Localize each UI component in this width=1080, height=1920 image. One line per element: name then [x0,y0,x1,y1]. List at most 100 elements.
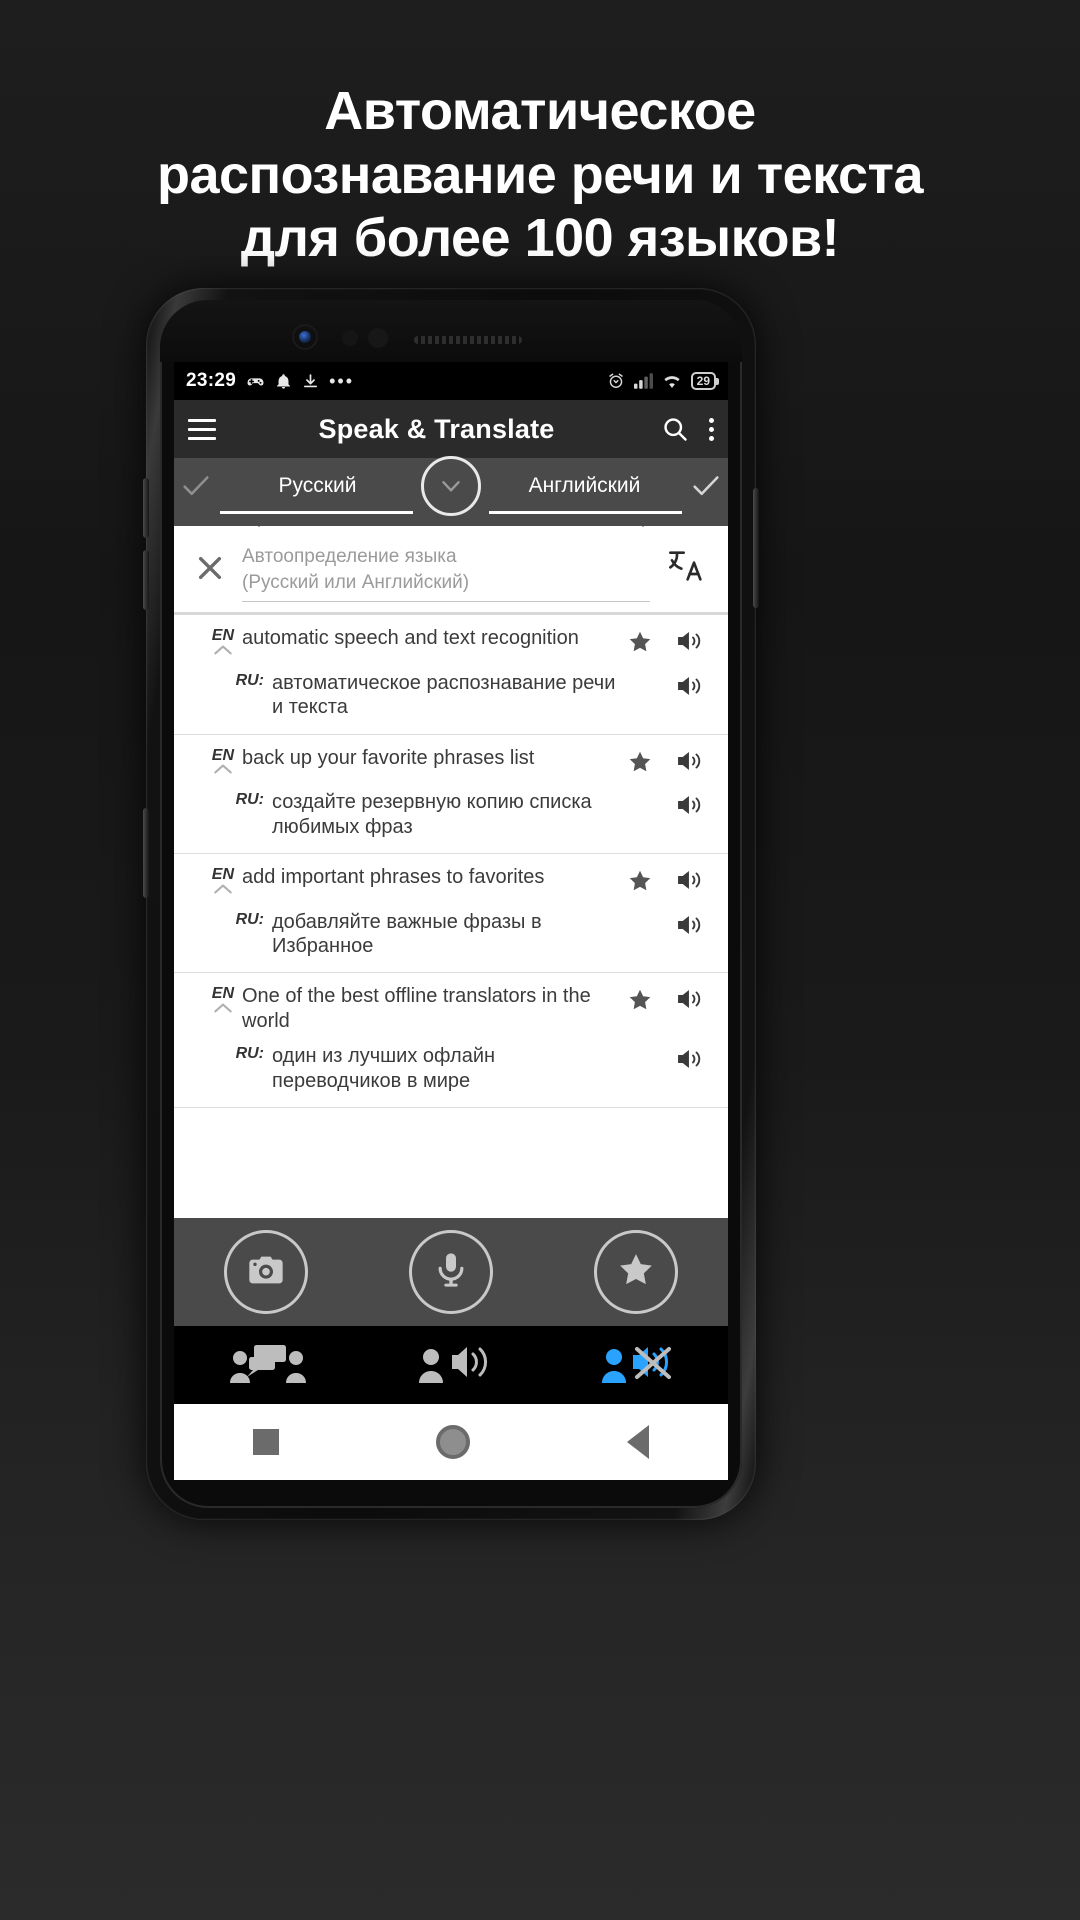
camera-icon [246,1250,286,1295]
headline-line-1: Автоматическое [324,81,756,141]
chevron-up-icon[interactable] [186,882,234,899]
phone-top-bezel [160,300,742,362]
text-input-row: Автоопределение языка (Русский или Англи… [174,526,728,613]
square-recents-icon[interactable] [252,1429,279,1455]
volume-up-button[interactable] [143,478,149,538]
app-bar: Speak & Translate [174,400,728,458]
volume-down-button[interactable] [143,550,149,610]
phone-screen: 23:29 ••• 29 Speak & Translate Русский А… [174,362,728,1480]
target-tag-col: RU: [186,789,272,809]
bell-icon [275,373,292,390]
speaker-icon[interactable] [664,670,716,698]
target-phrase: добавляйте важные фразы в Избранное [272,910,542,958]
source-tag-col: EN [186,864,242,899]
chevron-up-icon[interactable] [186,762,234,779]
android-nav-bar [174,1404,728,1480]
source-phrase: add important phrases to favorites [242,866,545,889]
source-phrase: One of the best offline translators in t… [242,985,591,1032]
source-row: EN add important phrases to favorites [174,854,728,905]
download-icon [302,373,319,390]
speaker-icon[interactable] [664,1043,716,1071]
target-row: RU: один из лучших офлайн переводчиков в… [174,1039,728,1107]
proximity-sensor-icon [342,330,358,346]
speaker-icon[interactable] [664,864,716,892]
star-filled-icon[interactable] [616,625,664,655]
star-icon [616,1250,656,1295]
list-item[interactable]: EN add important phrases to favorites RU… [174,854,728,974]
more-dots-icon: ••• [329,370,355,391]
power-button[interactable] [143,808,149,898]
target-lang-tag: RU: [235,1045,264,1063]
circle-home-icon[interactable] [435,1425,470,1459]
translation-list[interactable]: EN automatic speech and text recognition [174,615,728,1218]
right-side-button[interactable] [753,488,759,608]
speak-aloud-icon [414,1341,492,1390]
speaker-icon[interactable] [664,909,716,937]
input-placeholder-line2: (Русский или Английский) [242,571,470,593]
status-bar-left: 23:29 ••• [186,370,354,392]
kebab-menu-icon[interactable] [709,417,714,441]
clear-input-icon[interactable] [188,546,232,590]
target-phrase: один из лучших офлайн переводчиков в мир… [272,1045,496,1092]
language-selector-bar: Русский Английский [174,456,728,516]
target-phrase: создайте резервную копию списка любимых … [272,791,592,838]
target-lang-tag: RU: [235,791,264,809]
headline-line-3: для более 100 языков! [240,208,840,269]
search-input[interactable]: Автоопределение языка (Русский или Англи… [242,544,650,603]
status-bar: 23:29 ••• 29 [174,362,728,400]
target-tab-caret [630,514,656,527]
target-lang-tag: RU: [235,671,264,689]
star-filled-icon[interactable] [616,864,664,894]
wifi-icon [662,373,682,389]
battery-indicator: 29 [690,372,720,390]
target-row: RU: создайте резервную копию списка люби… [174,785,728,853]
action-bar [174,1218,728,1326]
swap-languages-button[interactable] [421,456,481,516]
camera-button[interactable] [224,1230,309,1314]
mute-voice-button[interactable] [597,1341,675,1390]
promo-headline: Автоматическое распознавание речи и текс… [0,80,1080,271]
target-check-icon[interactable] [684,469,728,503]
camera-lens-icon [299,331,311,343]
headline-line-2: распознавание речи и текста [156,144,924,205]
list-item[interactable]: EN back up your favorite phrases list RU… [174,735,728,855]
target-row: RU: автоматическое распознавание речи и … [174,666,728,734]
star-filled-icon[interactable] [616,983,664,1013]
speaker-icon[interactable] [664,745,716,773]
source-row: EN back up your favorite phrases list [174,735,728,786]
speak-aloud-button[interactable] [414,1341,492,1390]
speaker-icon[interactable] [664,983,716,1011]
chevron-up-icon[interactable] [186,643,234,660]
list-item[interactable]: EN One of the best offline translators i… [174,973,728,1108]
source-check-icon[interactable] [174,469,218,503]
translate-icon[interactable] [660,546,714,586]
search-icon[interactable] [661,415,689,443]
list-item[interactable]: EN automatic speech and text recognition [174,615,728,735]
game-controller-icon [246,372,265,391]
source-language-tab[interactable]: Русский [218,474,451,498]
target-phrase: автоматическое распознавание речи и текс… [272,671,616,719]
target-tag-col: RU: [186,909,272,929]
phone-mockup: 23:29 ••• 29 Speak & Translate Русский А… [143,288,759,1520]
star-filled-icon[interactable] [616,745,664,775]
triangle-back-icon[interactable] [627,1425,650,1459]
light-sensor-icon [368,328,388,348]
source-row: EN One of the best offline translators i… [174,973,728,1039]
status-bar-right: 29 [607,372,720,390]
chevron-up-icon[interactable] [186,1001,234,1018]
source-phrase: back up your favorite phrases list [242,746,535,769]
target-lang-tag: RU: [235,910,264,928]
favorites-button[interactable] [593,1230,678,1314]
speaker-icon[interactable] [664,789,716,817]
source-tag-col: EN [186,625,242,660]
microphone-icon [431,1250,471,1295]
speaker-icon[interactable] [664,625,716,653]
target-tag-col: RU: [186,1043,272,1063]
input-placeholder-line1: Автоопределение языка [242,546,457,567]
source-tab-caret [246,514,272,527]
source-tag-col: EN [186,745,242,780]
conversation-mode-button[interactable] [227,1341,309,1390]
target-language-tab[interactable]: Английский [451,474,684,498]
microphone-button[interactable] [408,1230,493,1314]
alarm-icon [607,372,625,390]
